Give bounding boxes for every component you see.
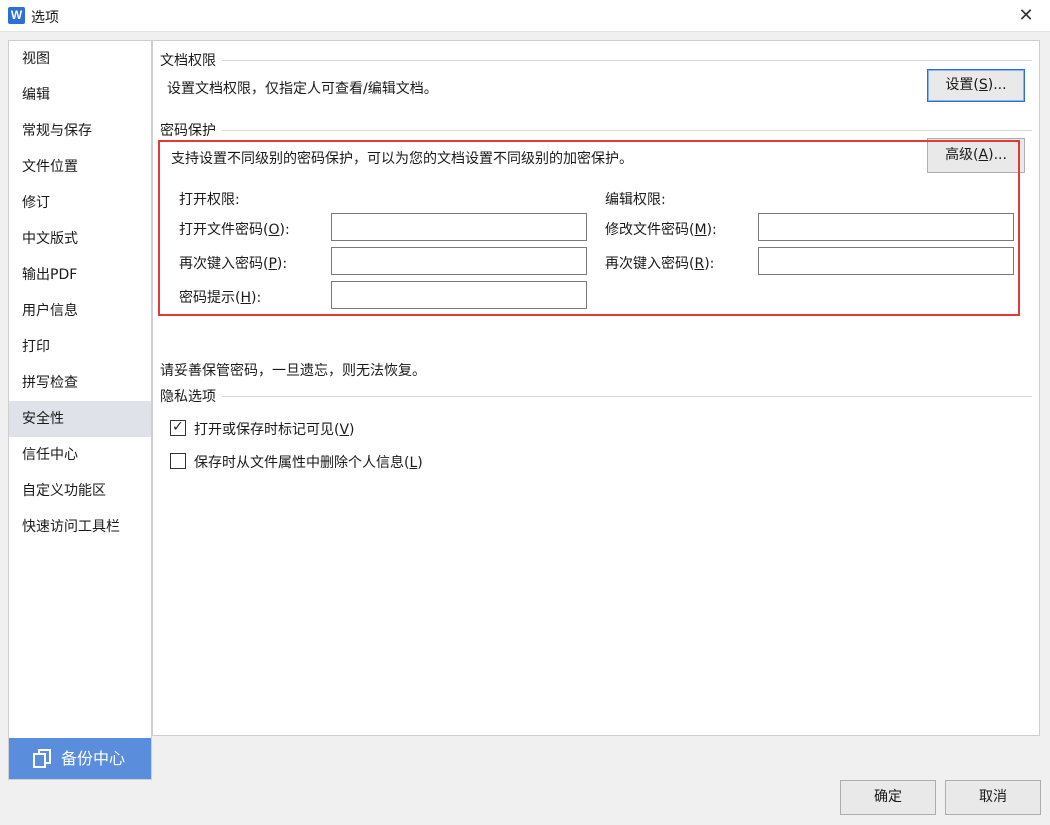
edit-permission-heading: 编辑权限: [605,192,666,208]
remove-personal-info-label: 保存时从文件属性中删除个人信息(L) [194,455,423,471]
close-icon[interactable]: ✕ [1014,4,1038,28]
ok-button[interactable]: 确定 [840,780,936,815]
open-password-field[interactable] [331,213,587,241]
modify-password-field[interactable] [758,213,1014,241]
title-bar: W 选项 ✕ [0,0,1050,32]
sidebar-item-spell-check[interactable]: 拼写检查 [9,365,151,401]
doc-permissions-title: 文档权限 [160,53,216,69]
settings-button[interactable]: 设置(S)... [927,69,1025,102]
mark-visible-label: 打开或保存时标记可见(V) [194,422,355,438]
modify-password-label: 修改文件密码(M): [605,222,717,238]
security-settings-panel [152,40,1040,736]
window-title: 选项 [31,10,59,26]
password-description: 支持设置不同级别的密码保护，可以为您的文档设置不同级别的加密保护。 [171,151,633,167]
sidebar-item-file-location[interactable]: 文件位置 [9,149,151,185]
backup-center-button[interactable]: 备份中心 [9,738,151,779]
sidebar-item-general-save[interactable]: 常规与保存 [9,113,151,149]
sidebar-item-quick-access-toolbar[interactable]: 快速访问工具栏 [9,509,151,545]
password-hint-label: 密码提示(H): [179,290,262,306]
section-divider [222,60,1032,61]
mark-visible-checkbox[interactable]: ✓ [170,419,186,436]
backup-icon [33,749,51,768]
privacy-options-title: 隐私选项 [160,389,216,405]
sidebar-item-chinese-layout[interactable]: 中文版式 [9,221,151,257]
sidebar-item-export-pdf[interactable]: 输出PDF [9,257,151,293]
password-warning-text: 请妥善保管密码，一旦遗忘，则无法恢复。 [160,363,426,379]
sidebar-item-revision[interactable]: 修订 [9,185,151,221]
mark-visible-option[interactable]: ✓ 打开或保存时标记可见(V) [170,419,370,439]
sidebar-nav: 视图 编辑 常规与保存 文件位置 修订 中文版式 输出PDF 用户信息 打印 拼… [8,40,152,780]
open-password-confirm-label: 再次键入密码(P): [179,256,288,272]
sidebar-item-custom-ribbon[interactable]: 自定义功能区 [9,473,151,509]
sidebar-item-view[interactable]: 视图 [9,41,151,77]
password-protection-title: 密码保护 [160,123,216,139]
section-divider [222,396,1032,397]
sidebar-item-trust-center[interactable]: 信任中心 [9,437,151,473]
advanced-button[interactable]: 高级(A)... [927,138,1025,173]
sidebar-item-user-info[interactable]: 用户信息 [9,293,151,329]
remove-personal-info-checkbox[interactable] [170,453,186,469]
section-divider [222,130,1032,131]
checkmark-icon: ✓ [172,419,184,435]
modify-password-confirm-field[interactable] [758,247,1014,275]
password-hint-field[interactable] [331,281,587,309]
modify-password-confirm-label: 再次键入密码(R): [605,256,715,272]
remove-personal-info-option[interactable]: 保存时从文件属性中删除个人信息(L) [170,452,440,472]
doc-permissions-description: 设置文档权限，仅指定人可查看/编辑文档。 [167,81,438,97]
sidebar-item-print[interactable]: 打印 [9,329,151,365]
cancel-button[interactable]: 取消 [945,780,1041,815]
wps-writer-icon: W [8,7,25,24]
open-password-confirm-field[interactable] [331,247,587,275]
sidebar-item-edit[interactable]: 编辑 [9,77,151,113]
open-permission-heading: 打开权限: [179,192,240,208]
sidebar-item-security[interactable]: 安全性 [9,401,151,437]
open-password-label: 打开文件密码(O): [179,222,290,238]
backup-center-label: 备份中心 [61,749,126,768]
